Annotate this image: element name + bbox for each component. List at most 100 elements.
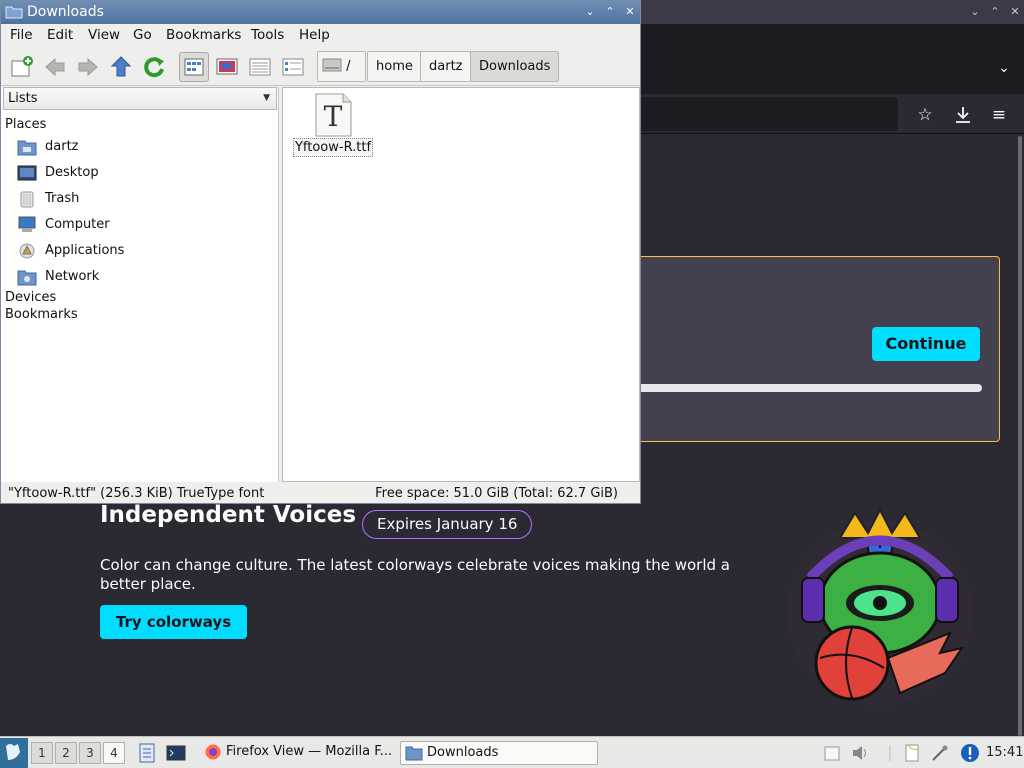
desktop-icon: [17, 165, 37, 181]
places-label: Applications: [45, 243, 125, 258]
side-pane-mode-value: Lists: [8, 91, 38, 106]
drive-icon: [322, 58, 342, 72]
status-selection: "Yftoow-R.ttf" (256.3 KiB) TrueType font: [8, 486, 265, 501]
breadcrumb-dartz[interactable]: dartz: [420, 51, 472, 82]
forward-icon[interactable]: [75, 54, 101, 80]
clock[interactable]: 15:41: [986, 745, 1023, 760]
places-item-computer[interactable]: Computer: [17, 214, 267, 236]
menu-file[interactable]: File: [10, 27, 33, 43]
minimize-icon[interactable]: ⌄: [581, 3, 599, 21]
places-item-home[interactable]: dartz: [17, 136, 267, 158]
statusbar: "Yftoow-R.ttf" (256.3 KiB) TrueType font…: [1, 483, 640, 503]
file-manager-launcher-icon[interactable]: [136, 742, 158, 764]
volume-icon[interactable]: [850, 743, 870, 763]
firefox-tabstrip: [640, 24, 1024, 94]
breadcrumb-downloads[interactable]: Downloads: [470, 51, 560, 82]
side-pane-mode-select[interactable]: Lists ▼: [3, 87, 277, 110]
new-tab-icon[interactable]: [9, 54, 35, 80]
back-icon[interactable]: [42, 54, 68, 80]
status-free-space: Free space: 51.0 GiB (Total: 62.7 GiB): [375, 486, 618, 501]
menu-go[interactable]: Go: [133, 27, 152, 43]
close-icon[interactable]: ✕: [1006, 3, 1024, 21]
downloads-icon[interactable]: [950, 102, 976, 128]
folder-view[interactable]: T Yftoow-R.ttf: [282, 87, 640, 482]
colorway-illustration-icon: [788, 508, 972, 705]
places-item-desktop[interactable]: Desktop: [17, 162, 267, 184]
font-file-icon: T: [315, 93, 352, 137]
bookmark-star-icon[interactable]: ☆: [912, 102, 938, 128]
url-bar[interactable]: [640, 97, 898, 131]
places-item-applications[interactable]: Applications: [17, 240, 267, 262]
close-icon[interactable]: ✕: [621, 3, 639, 21]
places-label: Desktop: [45, 165, 99, 180]
firefox-titlebar: ⌄ ⌃ ✕: [640, 0, 1024, 24]
reload-icon[interactable]: [141, 54, 167, 80]
task-label: Downloads: [427, 745, 499, 760]
continue-button[interactable]: Continue: [872, 327, 980, 361]
svg-text:T: T: [324, 100, 343, 133]
menubar: File Edit View Go Bookmarks Tools Help: [1, 24, 640, 46]
folder-icon: [5, 6, 23, 19]
list-all-tabs-icon[interactable]: ⌄: [994, 60, 1014, 80]
applications-icon: [19, 243, 35, 259]
bookmarks-heading[interactable]: Bookmarks: [5, 307, 78, 322]
compact-view-icon[interactable]: [247, 54, 273, 80]
page-scrollbar[interactable]: [1016, 136, 1024, 736]
progress-bar: [640, 384, 982, 392]
taskbar: 1 2 3 4 Firefox View — Mozilla F... Down…: [0, 736, 1024, 768]
file-manager-titlebar[interactable]: Downloads ⌄ ⌃ ✕: [1, 1, 640, 24]
menu-help[interactable]: Help: [299, 27, 330, 43]
menu-tools[interactable]: Tools: [251, 27, 284, 43]
breadcrumb-home[interactable]: home: [367, 51, 422, 82]
workspace-1[interactable]: 1: [31, 742, 53, 764]
network-tray-icon[interactable]: [930, 743, 950, 763]
scrollbar-thumb[interactable]: [1018, 136, 1022, 736]
icon-view-button[interactable]: [179, 52, 209, 82]
detailed-list-view-icon[interactable]: [280, 54, 306, 80]
notes-tray-icon[interactable]: [902, 743, 922, 763]
places-label: Trash: [45, 191, 80, 206]
menu-view[interactable]: View: [88, 27, 120, 43]
breadcrumb-root[interactable]: /: [317, 51, 366, 82]
workspace-3[interactable]: 3: [79, 742, 101, 764]
breadcrumb-label: home: [376, 59, 413, 74]
maximize-icon[interactable]: ⌃: [601, 3, 619, 21]
chevron-down-icon: ▼: [263, 93, 270, 103]
promo-description: Color can change culture. The latest col…: [100, 556, 730, 593]
task-label: Firefox View — Mozilla F...: [226, 744, 392, 759]
menu-bookmarks[interactable]: Bookmarks: [166, 27, 241, 43]
start-menu-button[interactable]: [0, 738, 28, 768]
breadcrumb-label: /: [346, 59, 351, 74]
minimize-icon[interactable]: ⌄: [966, 3, 984, 21]
firefox-icon: [205, 744, 221, 760]
trash-icon: [20, 191, 34, 208]
places-label: Computer: [45, 217, 110, 232]
clipboard-tray-icon[interactable]: [822, 743, 842, 763]
places-item-trash[interactable]: Trash: [17, 188, 267, 210]
terminal-launcher-icon[interactable]: [165, 742, 187, 764]
places-label: Network: [45, 269, 100, 284]
computer-icon: [18, 216, 36, 232]
update-notification-icon[interactable]: [960, 743, 980, 763]
menu-edit[interactable]: Edit: [47, 27, 73, 43]
promo-title: Independent Voices: [100, 502, 357, 528]
breadcrumb-label: Downloads: [479, 59, 551, 74]
app-menu-icon[interactable]: ≡: [986, 102, 1012, 128]
places-heading[interactable]: Places: [5, 117, 46, 132]
task-firefox[interactable]: Firefox View — Mozilla F...: [200, 741, 398, 765]
home-folder-icon: [17, 140, 37, 156]
toolbar: / home dartz Downloads: [1, 46, 640, 86]
maximize-icon[interactable]: ⌃: [986, 3, 1004, 21]
breadcrumb-label: dartz: [429, 59, 463, 74]
places-item-network[interactable]: Network: [17, 266, 267, 288]
thumbnail-view-icon[interactable]: [214, 54, 240, 80]
workspace-4[interactable]: 4: [103, 742, 125, 764]
task-downloads[interactable]: Downloads: [400, 741, 598, 765]
file-manager-window: Downloads ⌄ ⌃ ✕ File Edit View Go Bookma…: [0, 0, 641, 504]
workspace-2[interactable]: 2: [55, 742, 77, 764]
up-icon[interactable]: [108, 54, 134, 80]
icon-view-icon: [184, 58, 204, 76]
devices-heading[interactable]: Devices: [5, 290, 56, 305]
try-colorways-button[interactable]: Try colorways: [100, 605, 247, 639]
file-item[interactable]: T Yftoow-R.ttf: [291, 90, 375, 160]
